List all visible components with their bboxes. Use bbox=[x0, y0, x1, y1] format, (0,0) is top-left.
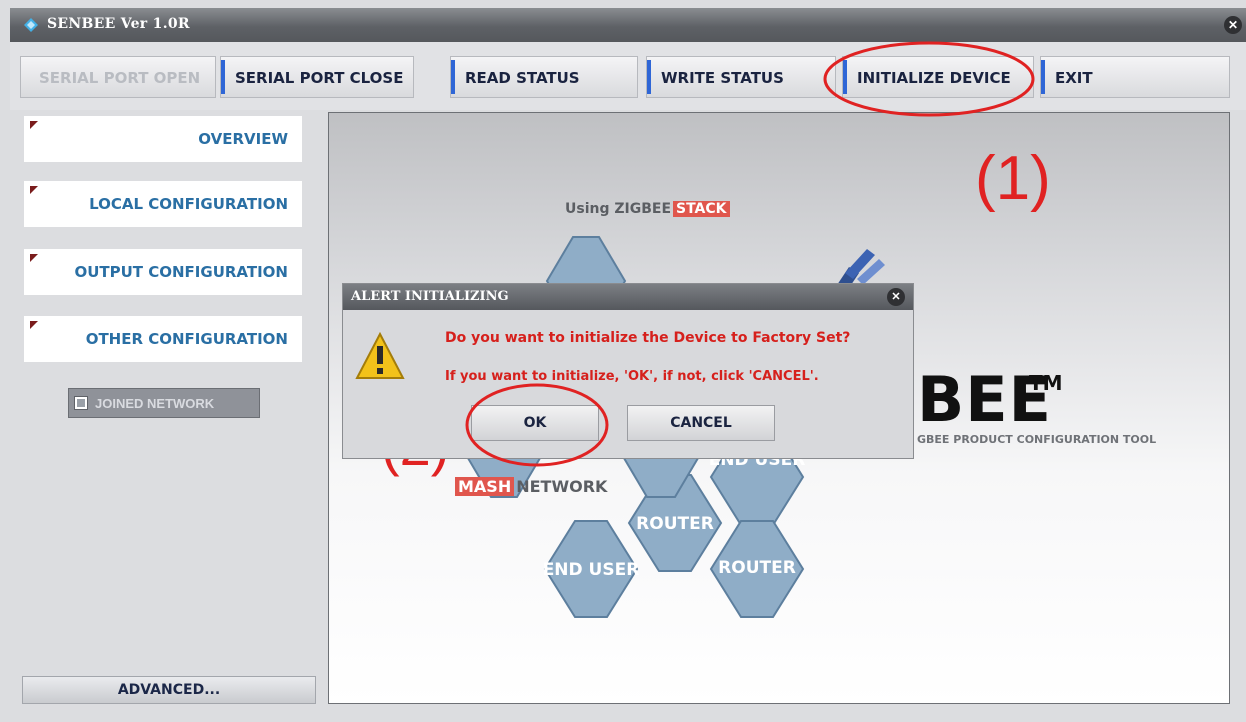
sidebar-item-label: LOCAL CONFIGURATION bbox=[89, 195, 288, 213]
initialize-device-button[interactable]: INITIALIZE DEVICE bbox=[842, 56, 1034, 98]
warning-icon bbox=[355, 332, 405, 379]
product-subtitle: GBEE PRODUCT CONFIGURATION TOOL bbox=[917, 433, 1157, 446]
network-text: NETWORK bbox=[516, 477, 608, 496]
sidebar-item-label: OVERVIEW bbox=[198, 130, 288, 148]
window-title: SENBEE Ver 1.0R bbox=[47, 16, 190, 32]
checkbox-icon bbox=[74, 396, 88, 410]
app-icon bbox=[24, 18, 38, 32]
serial-port-open-button[interactable]: SERIAL PORT OPEN bbox=[20, 56, 216, 98]
triangle-marker-icon bbox=[30, 254, 38, 262]
sidebar-item-local-configuration[interactable]: LOCAL CONFIGURATION bbox=[24, 181, 302, 227]
hex-label-end-user-2: END USER bbox=[543, 560, 640, 580]
ok-button[interactable]: OK bbox=[471, 405, 599, 441]
dialog-message-instruction: If you want to initialize, 'OK', if not,… bbox=[445, 369, 819, 384]
mash-badge: MASH bbox=[455, 477, 515, 496]
dialog-title: ALERT INITIALIZING bbox=[351, 289, 509, 304]
zigbee-stack-heading: Using ZIGBEE STACK bbox=[565, 201, 730, 217]
serial-port-close-button[interactable]: SERIAL PORT CLOSE bbox=[220, 56, 414, 98]
write-status-button[interactable]: WRITE STATUS bbox=[646, 56, 836, 98]
sidebar-item-other-configuration[interactable]: OTHER CONFIGURATION bbox=[24, 316, 302, 362]
advanced-button[interactable]: ADVANCED... bbox=[22, 676, 316, 704]
sidebar: OVERVIEW LOCAL CONFIGURATION OUTPUT CONF… bbox=[10, 110, 320, 712]
using-zigbee-text: Using ZIGBEE bbox=[565, 201, 672, 217]
joined-network-label: JOINED NETWORK bbox=[95, 396, 215, 411]
exit-button[interactable]: EXIT bbox=[1040, 56, 1230, 98]
hex-label-router-1: ROUTER bbox=[636, 514, 714, 534]
dialog-title-bar[interactable]: ALERT INITIALIZING ✕ bbox=[343, 284, 913, 310]
triangle-marker-icon bbox=[30, 186, 38, 194]
dialog-close-icon[interactable]: ✕ bbox=[887, 288, 905, 306]
trademark-symbol: TM bbox=[1029, 371, 1063, 395]
triangle-marker-icon bbox=[30, 121, 38, 129]
joined-network-checkbox[interactable]: JOINED NETWORK bbox=[68, 388, 260, 418]
app-window: SENBEE Ver 1.0R ✕ SERIAL PORT OPEN SERIA… bbox=[0, 0, 1246, 722]
sidebar-item-output-configuration[interactable]: OUTPUT CONFIGURATION bbox=[24, 249, 302, 295]
sidebar-item-label: OUTPUT CONFIGURATION bbox=[74, 263, 288, 281]
window-close-icon[interactable]: ✕ bbox=[1224, 16, 1242, 34]
sidebar-item-label: OTHER CONFIGURATION bbox=[85, 330, 288, 348]
annotation-step-1: (1) bbox=[975, 144, 1051, 213]
sidebar-item-overview[interactable]: OVERVIEW bbox=[24, 116, 302, 162]
hex-label-router-2: ROUTER bbox=[718, 558, 796, 578]
cancel-button[interactable]: CANCEL bbox=[627, 405, 775, 441]
toolbar: SERIAL PORT OPEN SERIAL PORT CLOSE READ … bbox=[10, 42, 1246, 110]
mash-network-heading: MASH NETWORK bbox=[455, 477, 607, 496]
triangle-marker-icon bbox=[30, 321, 38, 329]
title-bar[interactable]: SENBEE Ver 1.0R ✕ bbox=[10, 8, 1246, 42]
dialog-message-question: Do you want to initialize the Device to … bbox=[445, 330, 851, 346]
alert-dialog: ALERT INITIALIZING ✕ Do you want to init… bbox=[342, 283, 914, 459]
stack-badge: STACK bbox=[673, 201, 730, 217]
read-status-button[interactable]: READ STATUS bbox=[450, 56, 638, 98]
